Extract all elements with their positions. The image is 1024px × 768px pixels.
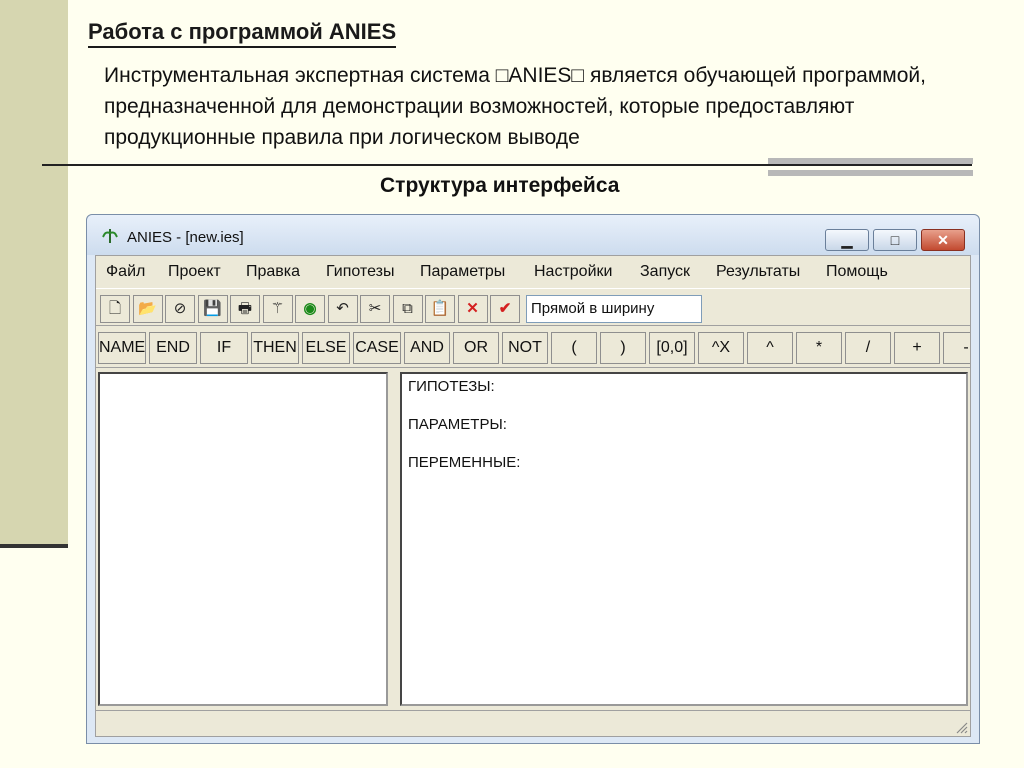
undo-button[interactable]: ↶ <box>327 295 358 323</box>
slide-rule-grey-2 <box>768 170 973 176</box>
keyword-button-8[interactable]: NOT <box>502 332 548 364</box>
keyword-button-7[interactable]: OR <box>453 332 499 364</box>
new-file-icon: 🗋 <box>108 300 122 317</box>
main-toolbar: Прямой в ширину 🗋 📂 ⊘ 💾 🖶 ⚚ ◉ ↶ ✂ ⧉ 📋 ✕ ✔ <box>96 288 970 326</box>
slide-side-line <box>0 544 68 548</box>
keyword-button-0[interactable]: NAME <box>98 332 146 364</box>
keyword-button-13[interactable]: ^ <box>747 332 793 364</box>
close-icon: ✕ <box>937 232 949 248</box>
undo-icon: ↶ <box>336 300 349 317</box>
inference-mode-select[interactable]: Прямой в ширину <box>526 295 702 323</box>
wand-button[interactable]: ⚚ <box>262 295 293 323</box>
anies-app-icon <box>102 229 118 243</box>
open-folder-icon: 📂 <box>138 300 157 317</box>
print-icon: 🖶 <box>237 300 253 317</box>
menu-item-2[interactable]: Правка <box>246 263 300 281</box>
keyword-button-9[interactable]: ( <box>551 332 597 364</box>
keyword-button-16[interactable]: + <box>894 332 940 364</box>
keyword-button-14[interactable]: * <box>796 332 842 364</box>
editor-line: ПЕРЕМЕННЫЕ: <box>408 454 521 471</box>
run-icon: ◉ <box>303 300 317 317</box>
keyword-button-11[interactable]: [0,0] <box>649 332 695 364</box>
editor-pane[interactable]: ГИПОТЕЗЫ: ПАРАМЕТРЫ: ПЕРЕМЕННЫЕ: <box>400 372 968 706</box>
close-file-icon: ⊘ <box>173 300 187 317</box>
check-button[interactable]: ✔ <box>490 295 520 323</box>
cut-button[interactable]: ✂ <box>360 295 390 323</box>
menu-item-4[interactable]: Параметры <box>420 263 505 281</box>
menu-item-6[interactable]: Запуск <box>640 263 690 281</box>
keyword-button-12[interactable]: ^X <box>698 332 744 364</box>
keyword-button-1[interactable]: END <box>149 332 197 364</box>
slide-title: Работа с программой ANIES <box>88 18 397 48</box>
keyword-button-2[interactable]: IF <box>200 332 248 364</box>
menu-item-1[interactable]: Проект <box>168 263 221 281</box>
menu-item-0[interactable]: Файл <box>106 263 145 281</box>
paste-icon: 📋 <box>430 300 450 317</box>
wand-icon: ⚚ <box>270 300 285 317</box>
print-button[interactable]: 🖶 <box>230 295 260 323</box>
menu-item-3[interactable]: Гипотезы <box>326 263 394 281</box>
editor-line: ПАРАМЕТРЫ: <box>408 416 507 433</box>
delete-button[interactable]: ✕ <box>457 295 488 323</box>
check-icon: ✔ <box>498 300 512 317</box>
keyword-button-15[interactable]: / <box>845 332 891 364</box>
status-bar <box>96 710 970 736</box>
close-button[interactable]: ✕ <box>921 229 965 251</box>
keyword-button-3[interactable]: THEN <box>251 332 299 364</box>
slide-body-text: Инструментальная экспертная система □ANI… <box>104 64 926 149</box>
keyword-button-6[interactable]: AND <box>404 332 450 364</box>
menu-item-5[interactable]: Настройки <box>534 263 612 281</box>
maximize-icon: □ <box>890 232 900 248</box>
keyword-button-17[interactable]: - <box>943 332 970 364</box>
resize-grip-icon[interactable] <box>954 720 968 734</box>
delete-icon: ✕ <box>466 300 479 317</box>
window-titlebar[interactable]: ANIES - [new.ies] ▁ □ ✕ <box>87 215 979 255</box>
minimize-icon: ▁ <box>841 232 853 248</box>
copy-button[interactable]: ⧉ <box>392 295 423 323</box>
menu-item-7[interactable]: Результаты <box>716 263 800 281</box>
cut-icon: ✂ <box>368 300 382 317</box>
keyword-toolbar: NAME END IF THEN ELSE CASE AND OR NOT() [0,0] ^X ^ *… <box>96 328 970 368</box>
editor-line: ГИПОТЕЗЫ: <box>408 378 495 395</box>
menu-bar: Файл Проект Правка Гипотезы Параметры Настрой… <box>96 256 970 286</box>
slide-rule <box>42 164 972 166</box>
anies-window: ANIES - [new.ies] ▁ □ ✕ Файл Проект Правка… <box>86 214 980 744</box>
slide-subtitle: Структура интерфейса <box>380 174 620 197</box>
run-button[interactable]: ◉ <box>295 295 325 323</box>
minimize-button[interactable]: ▁ <box>825 229 869 251</box>
save-button[interactable]: 💾 <box>197 295 228 323</box>
tree-pane[interactable] <box>98 372 388 706</box>
window-client: Файл Проект Правка Гипотезы Параметры Настрой… <box>95 255 971 737</box>
keyword-button-4[interactable]: ELSE <box>302 332 350 364</box>
save-icon: 💾 <box>203 300 222 317</box>
copy-icon: ⧉ <box>402 300 413 317</box>
new-file-button[interactable]: 🗋 <box>100 295 130 323</box>
keyword-button-5[interactable]: CASE <box>353 332 401 364</box>
menu-item-8[interactable]: Помощь <box>826 263 888 281</box>
open-folder-button[interactable]: 📂 <box>132 295 163 323</box>
maximize-button[interactable]: □ <box>873 229 917 251</box>
keyword-button-10[interactable]: ) <box>600 332 646 364</box>
window-title: ANIES - [new.ies] <box>127 229 244 246</box>
slide-side-bar <box>0 0 68 547</box>
paste-button[interactable]: 📋 <box>425 295 455 323</box>
close-file-button[interactable]: ⊘ <box>165 295 195 323</box>
